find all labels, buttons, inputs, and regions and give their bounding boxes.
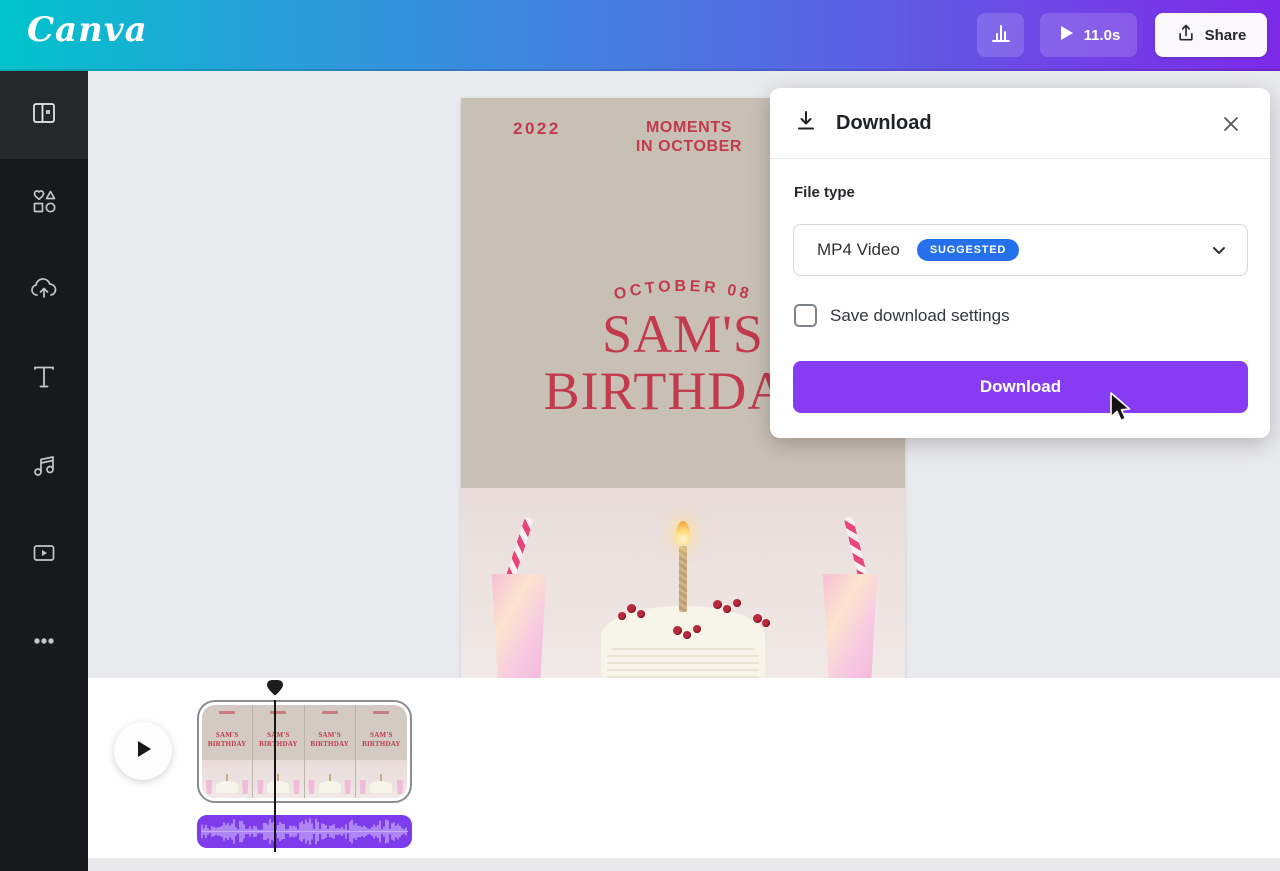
music-note-icon (30, 451, 58, 484)
video-icon (30, 539, 58, 572)
thumbnail-frame: SAM'S BIRTHDAY (253, 705, 304, 798)
berry (673, 626, 682, 635)
download-icon (794, 109, 818, 138)
download-panel: Download File type MP4 Video SUGGESTED S… (770, 88, 1270, 438)
top-bar: Canva 11.0s Share (0, 0, 1280, 71)
sidebar-item-templates[interactable] (0, 71, 88, 159)
download-panel-header: Download (770, 88, 1270, 159)
ellipsis-icon (30, 627, 58, 660)
share-label: Share (1205, 27, 1247, 44)
video-clip[interactable]: SAM'S BIRTHDAY SAM'S BIRTHDAY SAM'S BIRT… (197, 700, 412, 803)
share-upload-icon (1176, 23, 1196, 47)
svg-text:OCTOBER 08: OCTOBER 08 (612, 278, 753, 304)
close-icon[interactable] (1218, 111, 1244, 137)
party-cup-right (819, 574, 881, 678)
playhead-line[interactable] (274, 700, 276, 852)
berry (637, 610, 645, 618)
file-type-value: MP4 Video (817, 240, 900, 260)
duration-label: 11.0s (1084, 27, 1121, 44)
sidebar-item-videos[interactable] (0, 511, 88, 599)
canva-logo: Canva (27, 10, 148, 50)
candle-flame (676, 521, 690, 545)
save-settings-row[interactable]: Save download settings (794, 304, 1010, 327)
save-settings-label: Save download settings (830, 306, 1010, 326)
file-type-label: File type (794, 184, 855, 201)
elements-icon (30, 187, 58, 220)
audio-waveform (197, 815, 412, 848)
sidebar-item-more[interactable] (0, 599, 88, 687)
sidebar-item-audio[interactable] (0, 423, 88, 511)
download-button[interactable]: Download (793, 361, 1248, 413)
timeline-play-button[interactable] (114, 722, 172, 780)
object-panel-sidebar (0, 71, 88, 871)
sidebar-item-text[interactable] (0, 335, 88, 423)
play-icon (132, 738, 154, 765)
bar-chart-icon (989, 21, 1013, 50)
cake-frosting-ridges (607, 648, 759, 678)
sidebar-item-elements[interactable] (0, 159, 88, 247)
audio-track[interactable] (197, 815, 412, 848)
berry (753, 614, 762, 623)
berry (762, 619, 770, 627)
berry (733, 599, 741, 607)
berry (627, 604, 636, 613)
berry (683, 631, 691, 639)
play-icon (1057, 24, 1075, 46)
poster-moments-text[interactable]: MOMENTS IN OCTOBER (621, 118, 757, 156)
save-settings-checkbox[interactable] (794, 304, 817, 327)
poster-year-text[interactable]: 2022 (513, 119, 561, 139)
poster-video-frame[interactable] (461, 488, 905, 678)
download-panel-title: Download (836, 112, 932, 135)
sidebar-item-uploads[interactable] (0, 247, 88, 335)
upload-cloud-icon (29, 274, 59, 309)
suggested-badge: SUGGESTED (917, 239, 1019, 261)
insights-button[interactable] (977, 13, 1024, 57)
thumbnail-frame: SAM'S BIRTHDAY (356, 705, 407, 798)
file-type-select[interactable]: MP4 Video SUGGESTED (793, 224, 1248, 276)
berry (618, 612, 626, 620)
thumbnail-frame: SAM'S BIRTHDAY (202, 705, 253, 798)
chevron-down-icon (1209, 240, 1229, 260)
thumbnail-frame: SAM'S BIRTHDAY (305, 705, 356, 798)
clip-thumbnail-frames: SAM'S BIRTHDAY SAM'S BIRTHDAY SAM'S BIRT… (202, 705, 407, 798)
timeline-scroll-strip[interactable] (88, 858, 1280, 871)
berry (723, 605, 731, 613)
berry (693, 625, 701, 633)
playhead-marker[interactable] (263, 679, 287, 702)
berry (713, 600, 722, 609)
candle (679, 546, 687, 612)
party-cup-left (488, 574, 550, 678)
text-icon (30, 363, 58, 396)
template-icon (30, 99, 58, 132)
share-button[interactable]: Share (1155, 13, 1267, 57)
preview-play-button[interactable]: 11.0s (1040, 13, 1137, 57)
